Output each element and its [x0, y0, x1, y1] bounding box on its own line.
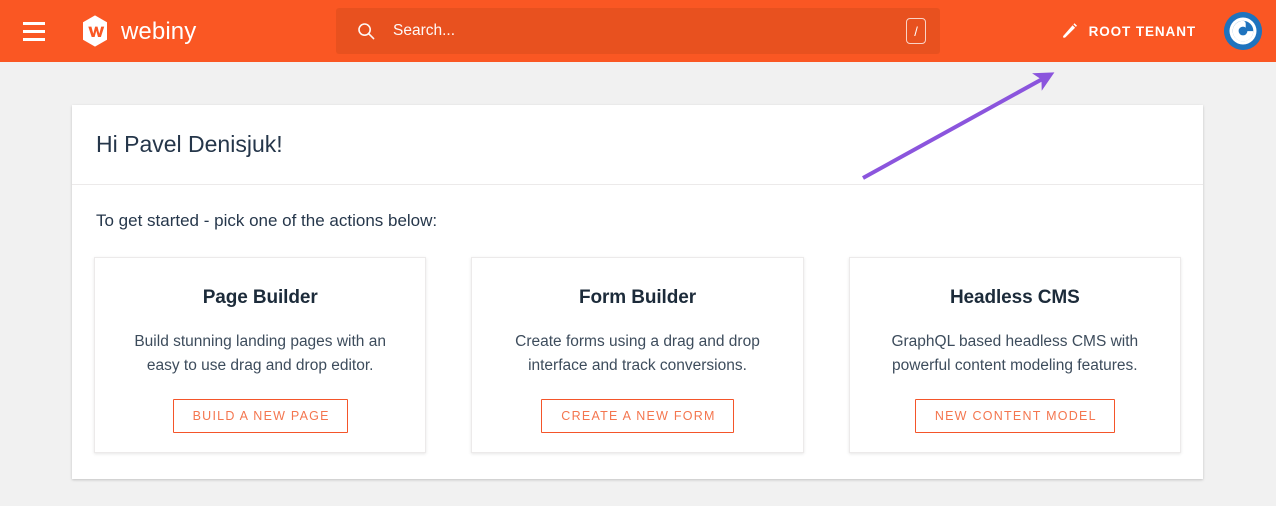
hamburger-line — [23, 38, 45, 41]
root-tenant-label: ROOT TENANT — [1089, 24, 1196, 39]
action-card-form-builder: Form Builder Create forms using a drag a… — [471, 257, 803, 453]
dashboard-panel: Hi Pavel Denisjuk! To get started - pick… — [72, 105, 1203, 479]
hamburger-line — [23, 30, 45, 33]
global-search-bar[interactable]: / — [336, 8, 940, 54]
card-title: Headless CMS — [950, 287, 1080, 309]
hamburger-menu-icon[interactable] — [16, 13, 52, 49]
new-content-model-button[interactable]: NEW CONTENT MODEL — [915, 399, 1115, 433]
avatar[interactable] — [1224, 12, 1262, 50]
card-title: Page Builder — [203, 287, 318, 309]
panel-header: Hi Pavel Denisjuk! — [72, 105, 1203, 185]
build-a-new-page-button[interactable]: BUILD A NEW PAGE — [173, 399, 348, 433]
search-input[interactable] — [393, 22, 906, 40]
search-icon — [357, 22, 375, 40]
page-title: Hi Pavel Denisjuk! — [96, 131, 283, 158]
get-started-subtitle: To get started - pick one of the actions… — [96, 211, 1181, 231]
action-card-page-builder: Page Builder Build stunning landing page… — [94, 257, 426, 453]
root-tenant-selector[interactable]: ROOT TENANT — [1061, 0, 1196, 62]
search-shortcut-badge[interactable]: / — [906, 18, 926, 44]
action-card-list: Page Builder Build stunning landing page… — [94, 257, 1181, 453]
panel-body: To get started - pick one of the actions… — [72, 185, 1203, 453]
webiny-hexagon-w-logo-icon — [78, 14, 112, 48]
card-description: GraphQL based headless CMS with powerful… — [850, 330, 1180, 378]
gravatar-user-avatar-icon — [1224, 12, 1262, 50]
card-title: Form Builder — [579, 287, 696, 309]
hamburger-line — [23, 22, 45, 25]
brand-logo-link[interactable]: webiny — [78, 14, 196, 48]
create-a-new-form-button[interactable]: CREATE A NEW FORM — [541, 399, 733, 433]
card-description: Build stunning landing pages with an eas… — [95, 330, 425, 378]
top-app-bar: webiny / ROOT TENANT — [0, 0, 1276, 62]
pencil-edit-icon — [1061, 23, 1078, 40]
card-description: Create forms using a drag and drop inter… — [472, 330, 802, 378]
action-card-headless-cms: Headless CMS GraphQL based headless CMS … — [849, 257, 1181, 453]
brand-wordmark: webiny — [121, 18, 196, 46]
